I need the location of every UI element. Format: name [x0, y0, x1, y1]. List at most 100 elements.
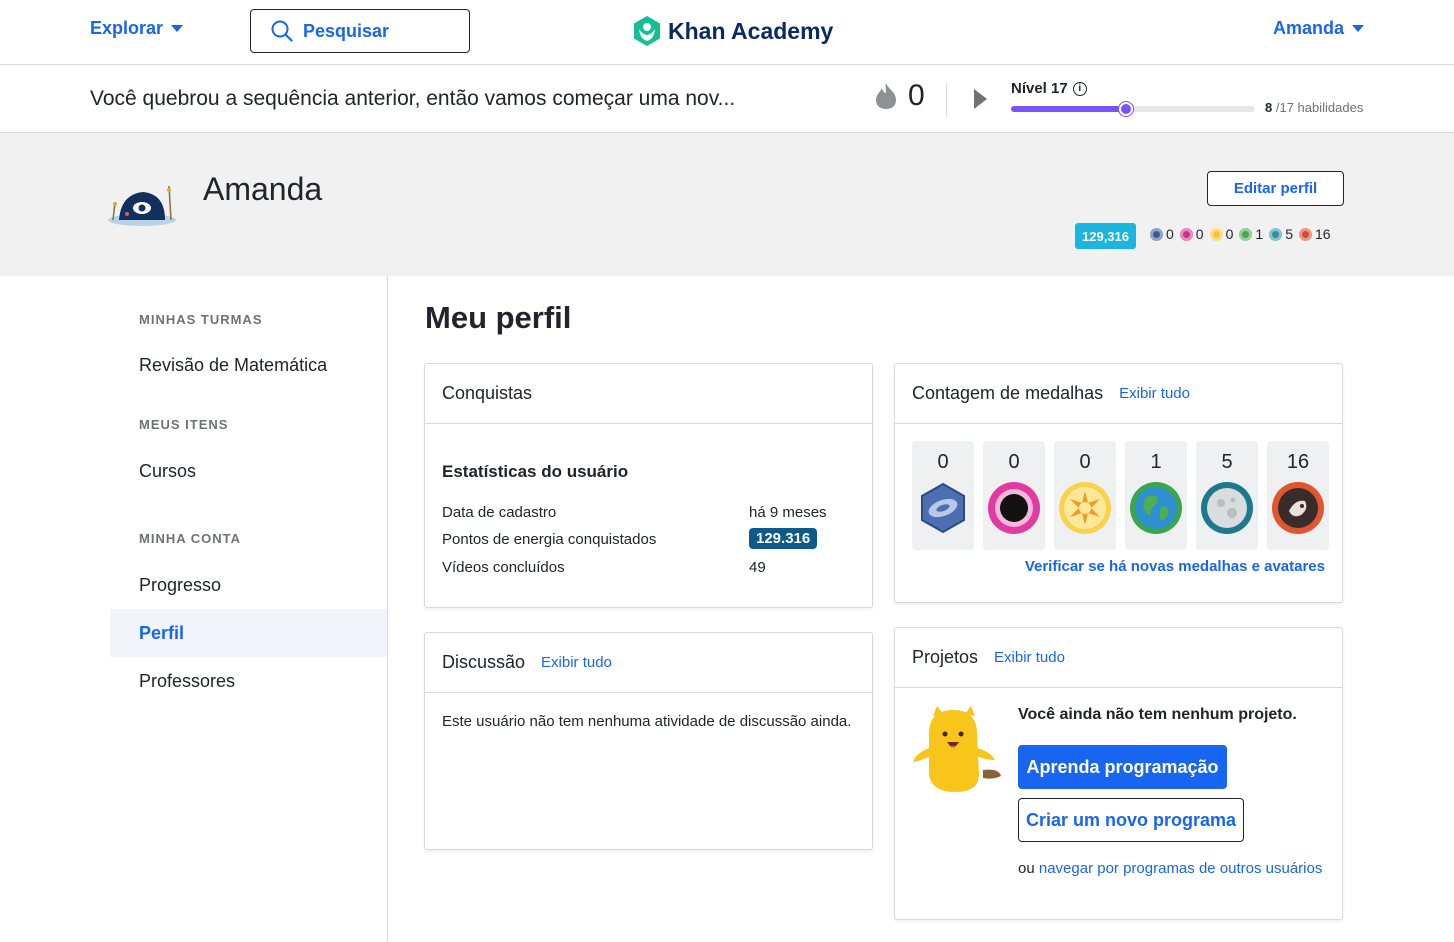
badge-column-black-hole[interactable]: 0 — [983, 441, 1045, 550]
stat-row: Vídeos concluídos 49 — [442, 559, 842, 576]
sidebar-item-math-review[interactable]: Revisão de Matemática — [110, 341, 387, 389]
khan-logo-icon — [634, 16, 660, 46]
badge-column-earth[interactable]: 1 — [1125, 441, 1187, 550]
streak-count: 0 — [908, 79, 925, 112]
stat-value: há 9 meses — [749, 504, 827, 521]
sidebar-item-courses[interactable]: Cursos — [110, 447, 387, 495]
page-title: Meu perfil — [425, 300, 572, 335]
badge-column-challenge[interactable]: 16 — [1267, 441, 1329, 550]
meteorite-badge-icon — [1150, 227, 1163, 241]
mini-badge-count: 1 — [1255, 226, 1264, 242]
badge-count: 0 — [1079, 451, 1091, 473]
mini-badge-count: 0 — [1195, 226, 1204, 242]
sidebar: MINHAS TURMAS Revisão de Matemática MEUS… — [110, 276, 388, 942]
sidebar-heading-classes: MINHAS TURMAS — [139, 312, 263, 327]
profile-name: Amanda — [203, 171, 323, 207]
card-title: Conquistas — [442, 383, 533, 403]
stat-row: Pontos de energia conquistados 129.316 — [442, 528, 842, 549]
user-menu[interactable]: Amanda — [1273, 18, 1364, 39]
challenge-patch-icon — [1272, 482, 1324, 534]
mini-badge: 5 — [1269, 226, 1293, 242]
challenge-patch-icon — [1298, 227, 1312, 241]
level-text: Nível 17 — [1011, 80, 1068, 97]
level-progress-bar — [1011, 102, 1255, 116]
mini-badge-count: 16 — [1314, 226, 1331, 242]
earth-badge-icon — [1130, 482, 1182, 534]
moon-badge-icon — [1269, 227, 1283, 241]
sun-badge-icon — [1209, 227, 1223, 241]
learn-programming-button[interactable]: Aprenda programação — [1018, 745, 1227, 789]
explore-label: Explorar — [90, 18, 164, 38]
badge-column-moon[interactable]: 5 — [1196, 441, 1258, 550]
view-all-discussion-link[interactable]: Exibir tudo — [541, 654, 612, 671]
card-header: Discussão Exibir tudo — [425, 633, 872, 693]
stat-value: 49 — [749, 559, 766, 576]
search-placeholder: Pesquisar — [303, 20, 390, 41]
streak-message: Você quebrou a sequência anterior, então… — [90, 87, 736, 110]
badge-column-meteorite[interactable]: 0 — [912, 441, 974, 550]
play-icon[interactable] — [974, 89, 987, 109]
skills-total: /17 habilidades — [1275, 100, 1364, 115]
card-header: Conquistas — [425, 364, 872, 424]
mini-badge: 1 — [1239, 226, 1263, 242]
view-all-badges-link[interactable]: Exibir tudo — [1119, 385, 1190, 402]
sidebar-item-teachers[interactable]: Professores — [110, 657, 387, 705]
meteorite-badge-icon — [921, 482, 965, 534]
stat-row: Data de cadastro há 9 meses — [442, 504, 842, 521]
badge-count: 0 — [937, 451, 949, 473]
badge-count-card: Contagem de medalhas Exibir tudo 0 0 0 1… — [894, 363, 1343, 603]
badge-count: 0 — [1008, 451, 1020, 473]
stats-title: Estatísticas do usuário — [442, 462, 629, 481]
badge-columns: 0 0 0 1 5 16 — [912, 441, 1329, 550]
stat-label: Pontos de energia conquistados — [442, 531, 657, 548]
sidebar-item-profile[interactable]: Perfil — [110, 609, 387, 657]
badge-count: 16 — [1286, 451, 1310, 473]
view-all-projects-link[interactable]: Exibir tudo — [994, 649, 1065, 666]
mini-badge: 0 — [1150, 226, 1174, 242]
projects-card: Projetos Exibir tudo Você ainda não tem … — [894, 627, 1343, 920]
divider — [946, 83, 947, 117]
skills-done: 8 — [1265, 100, 1273, 115]
card-header: Contagem de medalhas Exibir tudo — [895, 364, 1342, 424]
edit-profile-button[interactable]: Editar perfil — [1207, 171, 1344, 206]
mini-badge-count: 0 — [1225, 226, 1234, 242]
browse-prefix: ou — [1018, 860, 1035, 877]
streak-counter: 0 — [874, 79, 925, 113]
chevron-down-icon — [171, 25, 184, 32]
explore-menu[interactable]: Explorar — [90, 18, 184, 39]
search-input[interactable]: Pesquisar — [250, 9, 470, 53]
mini-badge: 16 — [1298, 226, 1331, 242]
top-nav: Explorar Pesquisar Khan Academy Amanda — [0, 0, 1454, 65]
stat-label: Vídeos concluídos — [442, 559, 565, 576]
browse-programs-line: ou navegar por programas de outros usuár… — [1018, 860, 1322, 877]
khan-academy-logo[interactable]: Khan Academy — [632, 15, 833, 47]
chevron-down-icon — [1352, 25, 1364, 32]
check-new-badges-link[interactable]: Verificar se há novas medalhas e avatare… — [1025, 558, 1325, 575]
level-skills: 8 /17 habilidades — [1265, 100, 1363, 115]
level-progress-knob — [1119, 102, 1133, 116]
black-hole-badge-icon — [1179, 227, 1193, 241]
mini-badge-counts[interactable]: 0 0 0 1 5 16 — [1150, 226, 1331, 242]
level-progress-fill — [1011, 106, 1126, 112]
earth-badge-icon — [1239, 227, 1253, 241]
mascot-illustration — [913, 706, 1001, 792]
sidebar-item-progress[interactable]: Progresso — [110, 561, 387, 609]
user-name: Amanda — [1272, 18, 1344, 38]
card-title: Discussão — [442, 652, 526, 672]
sidebar-heading-account: MINHA CONTA — [139, 531, 241, 546]
profile-header: Amanda Editar perfil 129,316 0 0 0 1 5 16 — [0, 133, 1454, 276]
discussion-card: Discussão Exibir tudo Este usuário não t… — [424, 632, 873, 850]
create-program-button[interactable]: Criar um novo programa — [1018, 798, 1244, 842]
info-icon[interactable]: i — [1072, 81, 1087, 96]
avatar — [108, 185, 176, 226]
stat-label: Data de cadastro — [442, 504, 557, 521]
mini-badge: 0 — [1179, 226, 1204, 242]
card-title: Projetos — [912, 647, 979, 667]
moon-badge-icon — [1201, 482, 1253, 534]
mini-badge-count: 5 — [1285, 226, 1293, 242]
projects-empty-text: Você ainda não tem nenhum projeto. — [1018, 706, 1297, 723]
browse-programs-link[interactable]: navegar por programas de outros usuários — [1039, 860, 1323, 877]
badge-column-sun[interactable]: 0 — [1054, 441, 1116, 550]
badge-count: 5 — [1221, 451, 1233, 473]
card-title: Contagem de medalhas — [912, 383, 1104, 403]
